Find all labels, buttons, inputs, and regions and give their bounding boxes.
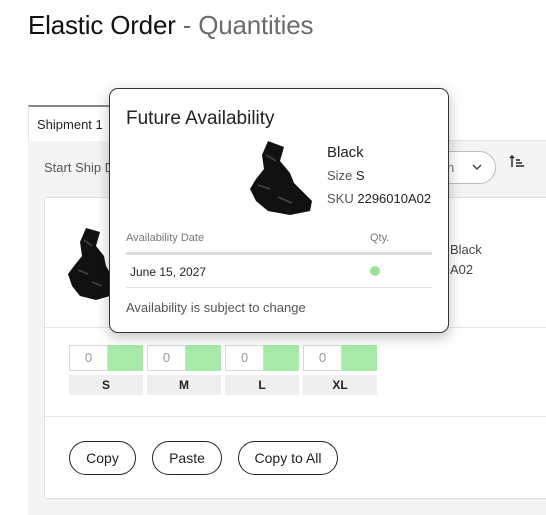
availability-indicator-l[interactable] — [264, 345, 299, 371]
size-label-xl: XL — [303, 375, 377, 395]
availability-indicator-m[interactable] — [186, 345, 221, 371]
size-label-m: M — [147, 375, 221, 395]
availability-note: Availability is subject to change — [126, 300, 306, 315]
copy-to-all-button[interactable]: Copy to All — [238, 441, 338, 475]
card-divider — [45, 416, 546, 417]
availability-date-header: Availability Date — [126, 232, 205, 244]
page-title: Elastic Order - Quantities — [28, 10, 313, 41]
quantity-input-m[interactable]: 0 — [147, 345, 186, 371]
size-cell-xl: 0 XL — [303, 345, 377, 395]
chevron-down-icon — [472, 164, 482, 171]
product-color: Black — [450, 242, 482, 257]
size-cell-s: 0 S — [69, 345, 143, 395]
copy-button[interactable]: Copy — [69, 441, 136, 475]
page-title-separator: - — [175, 10, 199, 40]
popover-size-value: S — [355, 168, 365, 183]
popover-sku-value: 2296010A02 — [357, 191, 432, 206]
popover-size-label: Size — [327, 168, 353, 183]
size-label-l: L — [225, 375, 299, 395]
popover-sku: SKU 2296010A02 — [327, 191, 431, 206]
availability-indicator-s[interactable] — [108, 345, 143, 371]
quantity-input-s[interactable]: 0 — [69, 345, 108, 371]
quantity-input-l[interactable]: 0 — [225, 345, 264, 371]
start-ship-date-label: Start Ship D — [44, 160, 115, 175]
availability-status-dot — [370, 266, 380, 276]
size-cell-m: 0 M — [147, 345, 221, 395]
availability-date: June 15, 2027 — [130, 265, 207, 279]
sort-icon[interactable] — [508, 153, 526, 171]
tab-shipment-1[interactable]: Shipment 1 — [28, 105, 112, 141]
table-row-rule — [126, 287, 432, 288]
quantity-input-xl[interactable]: 0 — [303, 345, 342, 371]
popover-title: Future Availability — [126, 108, 275, 129]
paste-button[interactable]: Paste — [152, 441, 222, 475]
availability-indicator-xl[interactable] — [342, 345, 377, 371]
quantity-header: Qty. — [370, 232, 390, 244]
product-sku-fragment: A02 — [450, 262, 474, 277]
page-title-subtitle: Quantities — [198, 10, 314, 40]
size-cell-l: 0 L — [225, 345, 299, 395]
table-header-rule — [126, 252, 432, 255]
page-title-main: Elastic Order — [28, 10, 176, 40]
popover-color: Black — [327, 144, 364, 161]
popover-product-image — [250, 141, 312, 215]
popover-size: Size S — [327, 168, 365, 183]
future-availability-popover: Future Availability Black Size S SKU 229… — [109, 88, 449, 333]
popover-sku-label: SKU — [327, 191, 354, 206]
size-label-s: S — [69, 375, 143, 395]
